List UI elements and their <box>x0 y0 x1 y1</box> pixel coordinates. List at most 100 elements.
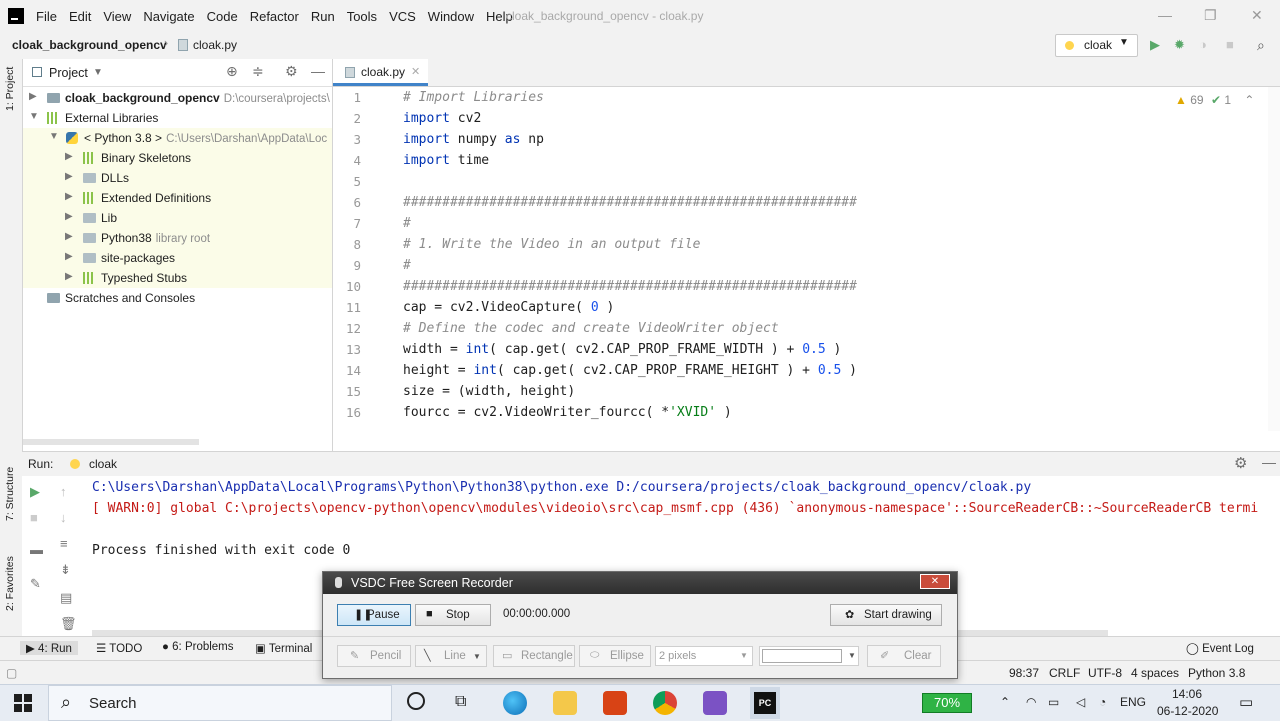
chevron-right-icon[interactable]: ▶ <box>65 151 73 162</box>
chevron-right-icon[interactable]: ▶ <box>29 91 37 102</box>
ellipse-button[interactable]: ⬭ Ellipse <box>579 645 651 667</box>
input-language[interactable]: ENG <box>1120 695 1146 709</box>
menu-vcs[interactable]: VCS <box>383 9 422 24</box>
line-button[interactable]: ╲ Line ▼ <box>415 645 487 667</box>
code-editor[interactable]: 1 2 3 4 5 6 7 8 9 10 11 12 13 14 15 16 #… <box>333 87 1280 431</box>
terminal-tool-tab[interactable]: ▣ Terminal <box>255 641 312 655</box>
volume-icon[interactable]: ◁ <box>1076 695 1085 709</box>
python-interpreter[interactable]: Python 3.8 <box>1188 666 1245 680</box>
menu-edit[interactable]: Edit <box>63 9 97 24</box>
tree-item-lib[interactable]: ▶ Lib <box>23 208 332 228</box>
indent-setting[interactable]: 4 spaces <box>1131 666 1179 680</box>
scroll-up-icon[interactable]: ↑ <box>60 484 67 499</box>
collapse-all-icon[interactable]: ≑ <box>252 63 264 80</box>
caret-position[interactable]: 98:37 <box>1009 666 1039 680</box>
chevron-right-icon[interactable]: ▶ <box>65 171 73 182</box>
menu-file[interactable]: File <box>30 9 63 24</box>
tree-item-binary-skeletons[interactable]: ▶ Binary Skeletons <box>23 148 332 168</box>
network-icon[interactable]: ▭ <box>1048 695 1059 709</box>
menu-tools[interactable]: Tools <box>341 9 383 24</box>
chrome-icon[interactable] <box>653 691 677 715</box>
gear-icon[interactable]: ⚙ <box>285 63 298 80</box>
scroll-down-icon[interactable]: ↓ <box>60 510 67 525</box>
tree-item-python-sdk[interactable]: ▼ < Python 3.8 > C:\Users\Darshan\AppData… <box>23 128 332 148</box>
clear-button[interactable]: ✐ Clear <box>867 645 941 667</box>
project-tool-tab[interactable]: 1: Project <box>4 67 16 111</box>
problems-tool-tab[interactable]: ● 6: Problems <box>162 641 234 653</box>
menu-run[interactable]: Run <box>305 9 341 24</box>
close-icon[interactable]: ✕ <box>920 574 950 589</box>
tree-item-project-root[interactable]: ▶ cloak_background_opencv D:\coursera\pro… <box>23 88 332 108</box>
menu-navigate[interactable]: Navigate <box>137 9 200 24</box>
stop-icon[interactable]: ■ <box>1226 37 1234 52</box>
tree-item-external-libraries[interactable]: ▼ External Libraries <box>23 108 332 128</box>
editor-scrollbar[interactable] <box>1268 87 1280 431</box>
editor-tab-cloak[interactable]: cloak.py ✕ <box>333 59 428 86</box>
battery-indicator[interactable]: 70% <box>922 693 972 713</box>
close-icon[interactable]: ✕ <box>1251 7 1263 24</box>
notifications-icon[interactable]: ▭ <box>1239 693 1253 711</box>
clock-time[interactable]: 14:06 <box>1172 687 1202 701</box>
hide-panel-icon[interactable]: — <box>1262 454 1276 470</box>
chevron-right-icon[interactable]: ▶ <box>65 211 73 222</box>
thickness-select[interactable]: 2 pixels ▼ <box>655 646 753 666</box>
pencil-button[interactable]: ✎ Pencil <box>337 645 411 667</box>
chevron-up-icon[interactable]: ⌃ <box>1000 695 1010 709</box>
chevron-down-icon[interactable]: ▼ <box>49 131 59 142</box>
tool-windows-icon[interactable]: ▢ <box>6 666 17 680</box>
close-tab-icon[interactable]: ✕ <box>411 65 420 78</box>
search-icon[interactable]: ⌕ <box>1257 37 1265 54</box>
layout-icon[interactable]: ▬ <box>30 542 43 557</box>
minimize-icon[interactable]: — <box>1158 7 1172 23</box>
stop-icon[interactable]: ■ <box>30 510 38 525</box>
rerun-icon[interactable]: ▶ <box>30 484 40 500</box>
visual-studio-icon[interactable] <box>703 691 727 715</box>
chevron-right-icon[interactable]: ▶ <box>65 251 73 262</box>
cortana-icon[interactable] <box>407 692 425 710</box>
gear-icon[interactable]: ⚙ <box>1234 454 1247 472</box>
stop-button[interactable]: ■ Stop <box>415 604 491 626</box>
file-explorer-icon[interactable] <box>553 691 577 715</box>
chevron-right-icon[interactable]: ▶ <box>65 271 73 282</box>
coverage-icon[interactable]: ◑ <box>1199 37 1207 52</box>
project-view-select[interactable]: Project <box>49 66 88 80</box>
run-icon[interactable]: ▶ <box>1150 37 1160 53</box>
taskbar-search-box[interactable]: ⌕ Search <box>48 685 392 721</box>
todo-tool-tab[interactable]: ☰ TODO <box>96 641 142 655</box>
horizontal-scrollbar[interactable] <box>23 439 199 445</box>
tree-item-python38[interactable]: ▶ Python38 library root <box>23 228 332 248</box>
structure-tool-tab[interactable]: 7: Structure <box>4 467 16 521</box>
brave-icon[interactable] <box>603 691 627 715</box>
trash-icon[interactable]: 🗑 <box>60 616 77 632</box>
recorder-title-bar[interactable]: VSDC Free Screen Recorder ✕ <box>323 572 957 594</box>
breadcrumb-project[interactable]: cloak_background_opencv <box>12 38 167 52</box>
soft-wrap-icon[interactable]: ≡ <box>60 536 68 551</box>
tree-item-dlls[interactable]: ▶ DLLs <box>23 168 332 188</box>
run-tool-tab[interactable]: ▶ 4: Run <box>20 641 78 655</box>
chevron-down-icon[interactable]: ▼ <box>29 111 39 122</box>
chevron-right-icon[interactable]: ▶ <box>65 231 73 242</box>
tree-item-site-packages[interactable]: ▶ site-packages <box>23 248 332 268</box>
tree-item-extended-definitions[interactable]: ▶ Extended Definitions <box>23 188 332 208</box>
tree-item-typeshed-stubs[interactable]: ▶ Typeshed Stubs <box>23 268 332 288</box>
tree-item-scratches[interactable]: Scratches and Consoles <box>23 288 332 308</box>
chevron-down-icon[interactable]: ▼ <box>93 67 103 78</box>
pin-icon[interactable]: ✎ <box>30 576 41 592</box>
run-tab-cloak[interactable]: cloak <box>89 457 117 471</box>
pause-button[interactable]: ❚❚ Pause <box>337 604 411 626</box>
hide-panel-icon[interactable]: — <box>311 63 325 79</box>
clock-date[interactable]: 06-12-2020 <box>1157 704 1218 718</box>
edge-icon[interactable] <box>503 691 527 715</box>
line-separator[interactable]: CRLF <box>1049 666 1080 680</box>
menu-window[interactable]: Window <box>422 9 480 24</box>
start-drawing-button[interactable]: ✿ Start drawing <box>830 604 942 626</box>
file-encoding[interactable]: UTF-8 <box>1088 666 1122 680</box>
chevron-right-icon[interactable]: ▶ <box>65 191 73 202</box>
inspection-widget[interactable]: ▲ 69 ✔ 1 ⌃ ⌄ <box>1175 93 1276 107</box>
debug-icon[interactable]: ✹ <box>1174 37 1185 53</box>
maximize-icon[interactable]: ❐ <box>1204 7 1217 24</box>
menu-refactor[interactable]: Refactor <box>244 9 305 24</box>
windows-start-icon[interactable] <box>14 694 32 712</box>
chevron-down-icon[interactable]: ▼ <box>473 652 481 661</box>
color-select[interactable]: ▼ <box>759 646 859 666</box>
